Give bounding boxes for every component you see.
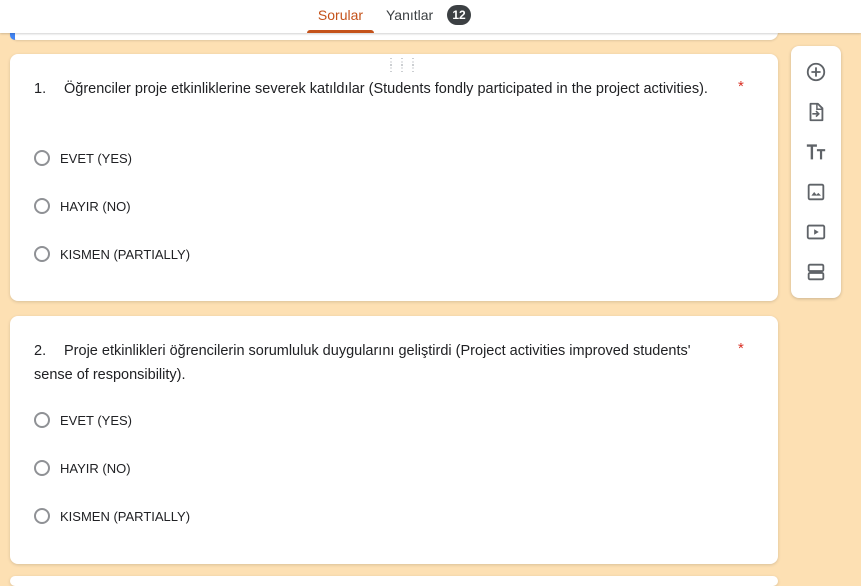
option-label: EVET (YES) <box>60 150 133 166</box>
radio-button[interactable] <box>34 198 50 214</box>
required-asterisk: * <box>738 78 744 95</box>
option-label: EVET (YES) <box>60 412 133 428</box>
option-label: KISMEN (PARTIALLY) <box>60 508 191 524</box>
option-label: KISMEN (PARTIALLY) <box>60 246 191 262</box>
question-number: 1. <box>34 81 47 97</box>
radio-button[interactable] <box>34 460 50 476</box>
import-questions-icon[interactable] <box>804 100 828 124</box>
question-card-3-partial[interactable] <box>10 576 778 586</box>
question-title: 1. Öğrenciler proje etkinliklerine severe… <box>34 77 724 101</box>
radio-button[interactable] <box>34 246 50 262</box>
top-navigation-bar: Sorular Yanıtlar 12 <box>0 0 861 33</box>
add-section-icon[interactable] <box>804 260 828 284</box>
radio-button[interactable] <box>34 150 50 166</box>
tab-responses[interactable]: Yanıtlar <box>386 0 433 33</box>
question-text: Proje etkinlikleri öğrencilerin sorumlul… <box>34 343 691 383</box>
required-asterisk: * <box>738 340 744 357</box>
radio-option-no[interactable]: HAYIR (NO) <box>34 194 131 218</box>
tab-questions-label: Sorular <box>317 7 364 23</box>
drag-handle-icon[interactable]: ⋮⋮⋮ ⋮⋮⋮ <box>386 58 419 74</box>
floating-toolbar <box>791 46 841 298</box>
radio-option-yes[interactable]: EVET (YES) <box>34 408 132 432</box>
question-card-1[interactable]: ⋮⋮⋮ ⋮⋮⋮ 1. Öğrenciler proje etkinliklerine… <box>10 54 778 301</box>
add-image-icon[interactable] <box>804 180 828 204</box>
question-number: 2. <box>34 343 47 359</box>
question-card-2[interactable]: 2. Proje etkinlikleri öğrencilerin soruml… <box>10 316 778 564</box>
add-title-icon[interactable] <box>804 140 828 164</box>
tab-questions[interactable]: Sorular <box>307 0 374 33</box>
radio-button[interactable] <box>34 508 50 524</box>
question-title: 2. Proje etkinlikleri öğrencilerin soruml… <box>34 339 724 387</box>
add-question-icon[interactable] <box>804 60 828 84</box>
responses-count-badge: 12 <box>447 5 471 25</box>
question-text: Öğrenciler proje etkinliklerine severek … <box>64 81 708 97</box>
option-label: HAYIR (NO) <box>60 460 131 476</box>
option-label: HAYIR (NO) <box>60 198 131 214</box>
radio-option-yes[interactable]: EVET (YES) <box>34 146 132 170</box>
radio-button[interactable] <box>34 412 50 428</box>
radio-option-partially[interactable]: KISMEN (PARTIALLY) <box>34 504 190 528</box>
radio-option-no[interactable]: HAYIR (NO) <box>34 456 131 480</box>
add-video-icon[interactable] <box>804 220 828 244</box>
radio-option-partially[interactable]: KISMEN (PARTIALLY) <box>34 242 190 266</box>
tab-responses-label: Yanıtlar <box>386 7 434 23</box>
active-tab-indicator <box>307 30 374 33</box>
